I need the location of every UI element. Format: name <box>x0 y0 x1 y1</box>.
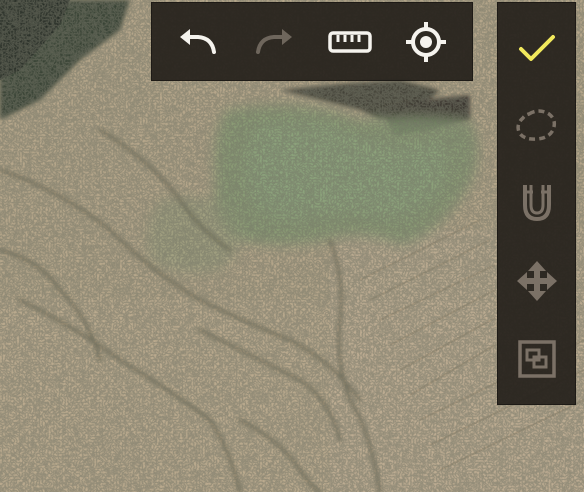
dashed-lasso-icon <box>515 108 556 141</box>
measure-button[interactable] <box>322 14 378 70</box>
snap-magnet-button[interactable] <box>509 175 565 231</box>
checkmark-icon <box>518 34 555 61</box>
group-button[interactable] <box>509 331 565 387</box>
undo-button[interactable] <box>170 14 226 70</box>
group-squares-icon <box>517 340 556 378</box>
undo-arrow-icon <box>180 28 216 54</box>
locate-button[interactable] <box>398 14 454 70</box>
lasso-select-button[interactable] <box>509 98 565 154</box>
magnet-icon <box>522 185 551 222</box>
move-button[interactable] <box>509 253 565 309</box>
confirm-button[interactable] <box>509 20 565 76</box>
redo-arrow-icon <box>256 28 292 54</box>
selection-toolbar <box>497 2 576 405</box>
redo-button[interactable] <box>246 14 302 70</box>
ruler-icon <box>328 30 372 53</box>
map-viewport[interactable] <box>0 0 584 492</box>
move-arrows-icon <box>516 261 557 302</box>
crosshair-target-icon <box>406 21 446 62</box>
map-edit-toolbar <box>151 2 473 81</box>
